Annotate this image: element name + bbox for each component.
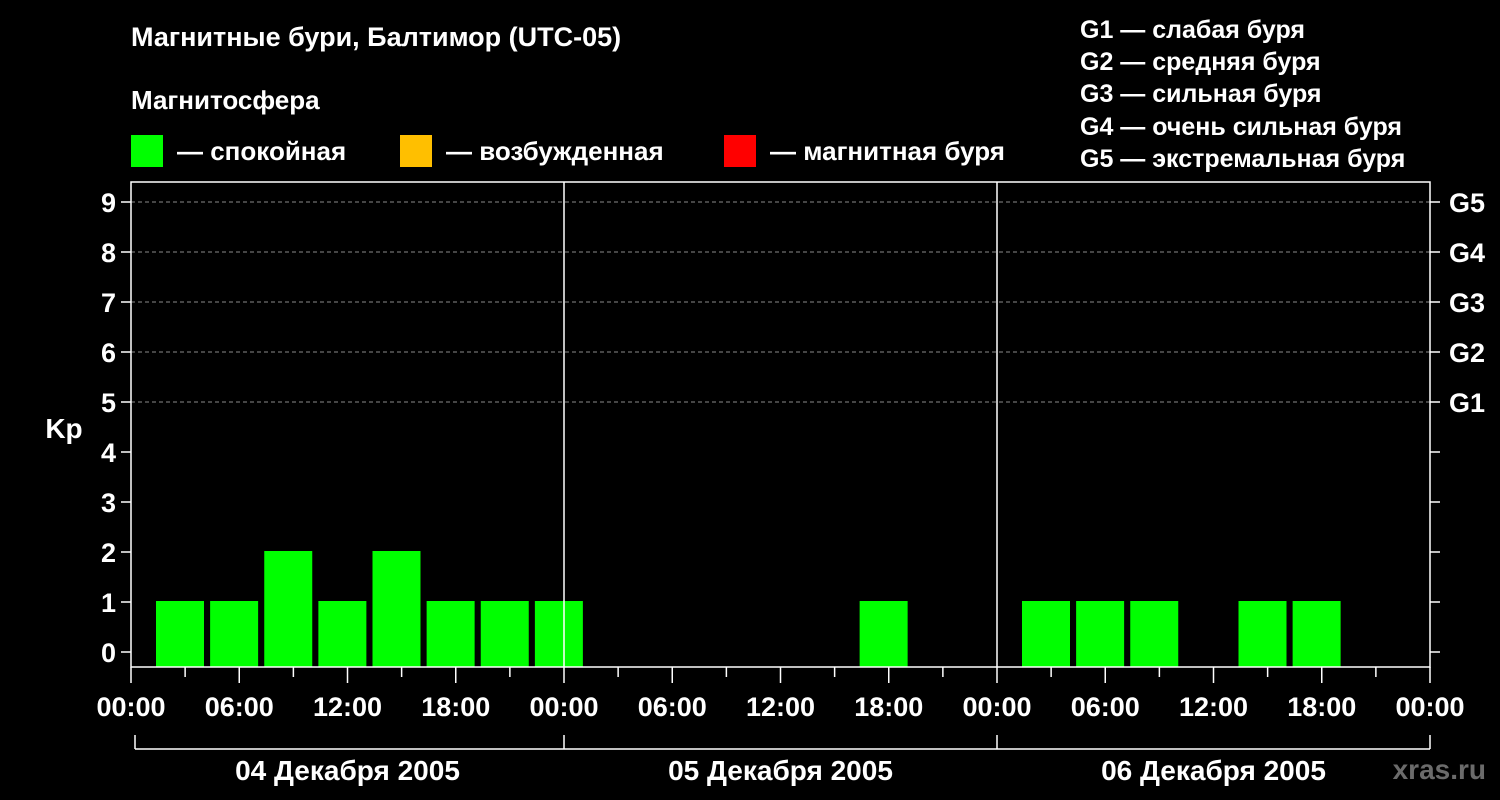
- kp-bar: [426, 601, 475, 667]
- y-tick-label: 3: [101, 488, 116, 518]
- y-tick-label: 1: [101, 588, 116, 618]
- g-level-label: G1: [1449, 388, 1485, 418]
- x-tick-label: 12:00: [313, 692, 382, 722]
- x-tick-label: 12:00: [1179, 692, 1248, 722]
- x-tick-label: 18:00: [421, 692, 490, 722]
- x-tick-label: 18:00: [1287, 692, 1356, 722]
- y-tick-label: 8: [101, 238, 116, 268]
- watermark: xras.ru: [1392, 754, 1486, 785]
- y-tick-label: 0: [101, 638, 116, 668]
- x-tick-label: 06:00: [205, 692, 274, 722]
- y-axis-label: Kp: [45, 413, 82, 444]
- day-label: 04 Декабря 2005: [235, 755, 460, 786]
- kp-bar: [1076, 601, 1125, 667]
- y-tick-label: 5: [101, 388, 116, 418]
- x-tick-label: 00:00: [96, 692, 165, 722]
- g-level-label: G3: [1449, 288, 1485, 318]
- x-tick-label: 06:00: [1071, 692, 1140, 722]
- kp-bar: [480, 601, 529, 667]
- kp-bar: [372, 551, 421, 667]
- plot-frame: [130, 181, 1431, 668]
- kp-bar: [318, 601, 367, 667]
- g-level-label: G2: [1449, 338, 1485, 368]
- y-tick-label: 2: [101, 538, 116, 568]
- x-tick-label: 00:00: [1395, 692, 1464, 722]
- kp-bar: [1292, 601, 1341, 667]
- kp-chart: 0 1 2 3 4 5 6 7 8 9 G1 G2 G3 G4 G5 Kp 00:00 06:00 12:00 18:…: [45, 181, 1485, 786]
- g-level-label: G5: [1449, 188, 1485, 218]
- g-level-label: G4: [1449, 238, 1485, 268]
- y-tick-label: 9: [101, 188, 116, 218]
- kp-bar: [859, 601, 908, 667]
- day-label: 05 Декабря 2005: [668, 755, 893, 786]
- kp-bar: [156, 601, 204, 667]
- x-tick-label: 12:00: [746, 692, 815, 722]
- day-label: 06 Декабря 2005: [1101, 755, 1326, 786]
- y-tick-label: 4: [101, 438, 116, 468]
- kp-bar: [534, 601, 583, 667]
- x-tick-label: 00:00: [529, 692, 598, 722]
- x-tick-label: 18:00: [854, 692, 923, 722]
- x-tick-label: 06:00: [638, 692, 707, 722]
- kp-bar: [264, 551, 313, 667]
- kp-bar: [1130, 601, 1179, 667]
- y-tick-label: 7: [101, 288, 116, 318]
- kp-bar: [210, 601, 259, 667]
- x-tick-label: 00:00: [962, 692, 1031, 722]
- kp-bar: [1022, 601, 1070, 667]
- kp-bar: [1238, 601, 1287, 667]
- y-tick-label: 6: [101, 338, 116, 368]
